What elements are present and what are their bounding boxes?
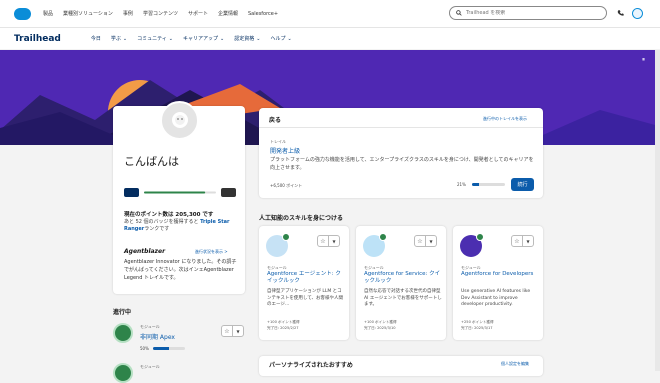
trail-percent: 21%	[457, 182, 466, 187]
nav-help-label: ヘルプ	[270, 36, 286, 42]
chevron-down-icon: ⌄	[168, 36, 173, 42]
in-progress-bar	[153, 347, 185, 350]
in-progress-name[interactable]: 非同期 Apex	[140, 332, 175, 341]
module-badge-icon[interactable]	[113, 363, 133, 383]
phone-icon[interactable]	[617, 9, 624, 17]
continue-divider	[259, 127, 543, 128]
in-progress-title: 進行中	[113, 309, 132, 316]
trailhead-nav: Trailhead 今日 学ぶ ⌄ コミュニティ ⌄ キャリアアップ ⌄ 認定資格 ⌄ …	[0, 27, 660, 49]
module-description: 自律型アプリケーションが LLM とコンテキストを使用して、お客様や人間のエージ…	[267, 289, 344, 307]
astro-icon	[171, 111, 188, 128]
user-avatar[interactable]	[632, 8, 643, 19]
top-link-products[interactable]: 製品	[43, 10, 53, 17]
ai-section-title: 人工知能のスキルを身につける	[259, 215, 344, 222]
chevron-down-icon: ⌄	[122, 36, 128, 42]
salesforce-logo[interactable]	[14, 7, 31, 20]
trail-name[interactable]: 開発者上級	[270, 146, 300, 155]
nav-community-label: コミュニティ	[137, 36, 167, 42]
nav-learn[interactable]: 学ぶ ⌄	[111, 35, 127, 42]
search-box[interactable]	[449, 6, 607, 20]
module-points: +100 ポイント獲得	[267, 320, 300, 324]
bookmark-button[interactable]: ☆ ▼	[414, 235, 437, 247]
nav-today-label: 今日	[90, 36, 101, 42]
trail-description: プラットフォームの強力な機能を活用して、エンタープライズクラスのスキルを身につけ…	[270, 157, 534, 171]
module-title[interactable]: Agentforce for Service: クイックルック	[364, 271, 442, 285]
points-sub-prefix: あと 52 個のバッジを獲得すると	[124, 219, 199, 225]
rank-progress	[124, 188, 236, 197]
chevron-down-icon[interactable]: ▼	[522, 236, 533, 246]
agentblazer-title: Agentblazer	[124, 248, 166, 255]
module-date: 完了日: 2025/3/17	[461, 326, 493, 330]
trail-progress-fill	[472, 183, 479, 186]
module-description: 自然な応答で対話する次世代の自律型 AI エージェントでお客様をサポートします。	[364, 289, 442, 307]
nav-today[interactable]: 今日	[91, 35, 101, 42]
bookmark-button[interactable]: ☆ ▼	[511, 235, 534, 247]
module-date: 完了日: 2025/2/27	[267, 326, 299, 330]
search-icon	[456, 10, 462, 16]
points-summary: 現在のポイント数は 205,300 です	[124, 212, 214, 218]
nav-career-label: キャリアアップ	[183, 36, 219, 42]
trail-progress-bar	[472, 183, 505, 186]
recommendations-title: パーソナライズされたおすすめ	[269, 362, 353, 369]
sidebar-toggle-icon[interactable]: ⏸	[642, 56, 645, 64]
chevron-down-icon[interactable]: ▼	[425, 236, 436, 246]
top-link-salesforce-plus[interactable]: Salesforce+	[248, 11, 278, 17]
star-icon[interactable]: ☆	[318, 236, 328, 246]
nav-certification-label: 認定資格	[234, 36, 255, 42]
top-link-learning[interactable]: 学習コンテンツ	[143, 10, 178, 17]
top-link-support[interactable]: サポート	[188, 10, 208, 17]
module-date: 完了日: 2025/3/10	[364, 326, 396, 330]
search-input[interactable]	[466, 10, 596, 16]
trail-label: トレイル	[270, 139, 286, 144]
nav-community[interactable]: コミュニティ ⌄	[137, 35, 173, 42]
check-icon	[379, 233, 387, 241]
module-title[interactable]: Agentforce エージェント: クイックルック	[267, 271, 345, 285]
nav-learn-label: 学ぶ	[110, 36, 121, 42]
module-points: +250 ポイント獲得	[461, 320, 494, 324]
profile-avatar[interactable]	[160, 101, 199, 140]
chevron-down-icon: ⌄	[220, 36, 225, 42]
global-header: 製品 業種別ソリューション 事例 学習コンテンツ サポート 企業情報 Sales…	[0, 0, 660, 27]
chevron-down-icon: ⌄	[256, 36, 261, 42]
star-icon[interactable]: ☆	[222, 326, 232, 336]
module-title[interactable]: Agentforce for Developers	[461, 271, 539, 278]
in-progress-label: モジュール	[140, 324, 160, 329]
in-progress-label-2: モジュール	[140, 364, 160, 369]
greeting: こんばんは	[124, 155, 179, 168]
agentblazer-progress-link[interactable]: 進行状況を表示 >	[195, 249, 228, 255]
continue-title: 戻る	[269, 117, 282, 124]
check-icon	[476, 233, 484, 241]
points-sub-suffix: ランクです	[144, 226, 170, 232]
page-scrollbar[interactable]	[655, 50, 660, 371]
top-link-industries[interactable]: 業種別ソリューション	[63, 10, 113, 17]
bookmark-button[interactable]: ☆ ▼	[317, 235, 340, 247]
top-link-customers[interactable]: 事例	[123, 10, 133, 17]
bookmark-button[interactable]: ☆ ▼	[221, 325, 244, 337]
trail-points: +6,500 ポイント	[270, 183, 303, 188]
trailhead-logo[interactable]: Trailhead	[14, 34, 61, 44]
in-progress-fill	[153, 347, 169, 350]
nav-career[interactable]: キャリアアップ ⌄	[183, 35, 224, 42]
agentblazer-body: Agentblazer Innovator になりました。その調子でがんばってく…	[124, 259, 237, 281]
view-trails-link[interactable]: 進行中のトレイルを表示	[483, 116, 527, 122]
chevron-down-icon: ⌄	[287, 36, 292, 42]
nav-certification[interactable]: 認定資格 ⌄	[234, 35, 260, 42]
top-link-company[interactable]: 企業情報	[218, 10, 238, 17]
star-icon[interactable]: ☆	[415, 236, 425, 246]
points-subtext: あと 52 個のバッジを獲得すると Triple Star Rangerランクで…	[124, 219, 239, 233]
continue-button[interactable]: 続行	[511, 178, 534, 191]
check-icon	[282, 233, 290, 241]
chevron-down-icon[interactable]: ▼	[232, 326, 243, 336]
star-icon[interactable]: ☆	[512, 236, 522, 246]
chevron-down-icon[interactable]: ▼	[328, 236, 339, 246]
in-progress-pct: 50%	[140, 346, 149, 351]
module-badge-icon[interactable]	[113, 323, 133, 343]
module-points: +100 ポイント獲得	[364, 320, 397, 324]
module-description: Use generative AI features like Dev Assi…	[461, 289, 531, 307]
edit-preferences-link[interactable]: 個人設定を編集	[501, 361, 529, 367]
nav-help[interactable]: ヘルプ ⌄	[270, 35, 291, 42]
